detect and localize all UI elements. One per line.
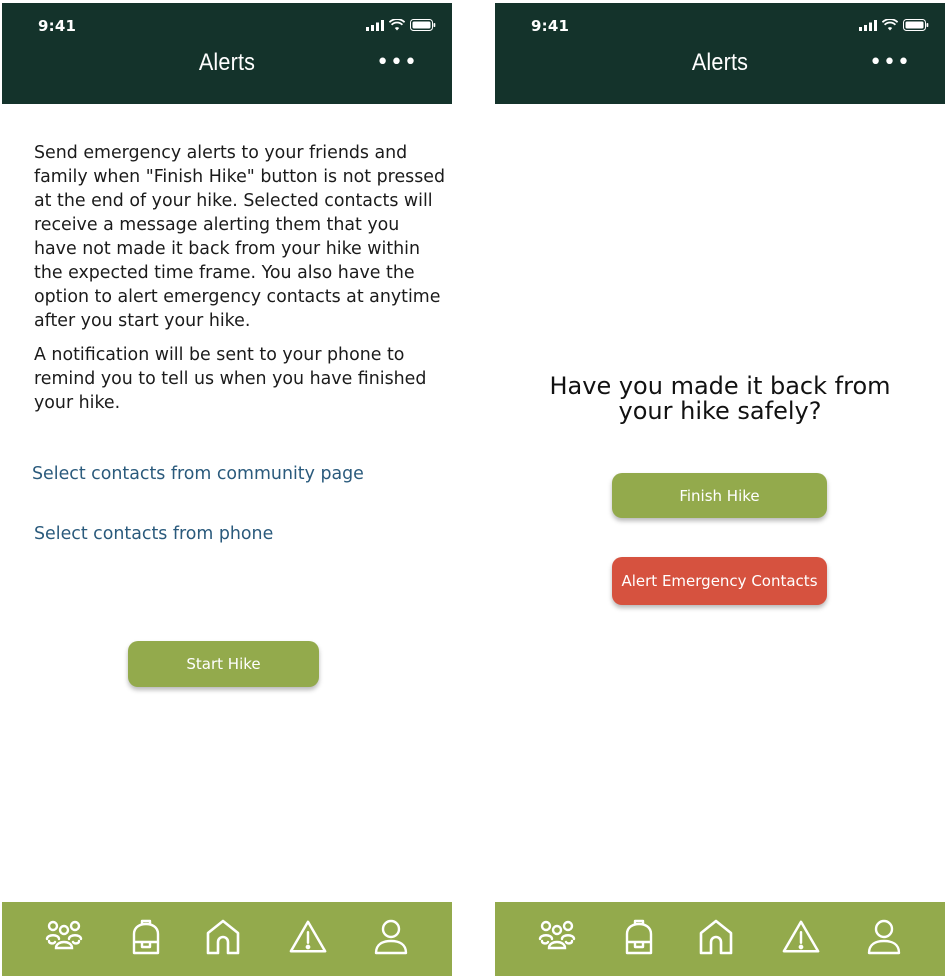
tab-profile[interactable] bbox=[371, 917, 411, 957]
battery-icon bbox=[903, 19, 929, 31]
signal-icon bbox=[859, 19, 877, 31]
start-hike-button[interactable]: Start Hike bbox=[128, 641, 319, 687]
bottom-tab-bar bbox=[2, 902, 452, 976]
question-line: your hike safely? bbox=[618, 397, 822, 425]
alert-emergency-contacts-button[interactable]: Alert Emergency Contacts bbox=[612, 557, 827, 605]
community-icon bbox=[538, 920, 576, 950]
app-header: 9:41 Alerts ••• bbox=[2, 3, 452, 104]
alerts-setup-screen: 9:41 Alerts ••• Send emergency alerts to… bbox=[2, 3, 452, 976]
alerts-description: Send emergency alerts to your friends an… bbox=[34, 141, 446, 415]
tab-backpack[interactable] bbox=[126, 917, 166, 957]
finish-hike-button[interactable]: Finish Hike bbox=[612, 473, 827, 518]
alert-icon bbox=[289, 920, 327, 953]
signal-icon bbox=[366, 19, 384, 31]
question-line: Have you made it back from bbox=[549, 372, 891, 400]
alerts-active-screen: 9:41 Alerts ••• Have you made it back fr… bbox=[495, 3, 945, 976]
bottom-tab-bar bbox=[495, 902, 945, 976]
home-icon bbox=[206, 919, 240, 955]
more-menu-button[interactable]: ••• bbox=[869, 52, 911, 74]
tab-alerts[interactable] bbox=[288, 917, 328, 957]
status-icons bbox=[366, 19, 436, 31]
intro-paragraph: Send emergency alerts to your friends an… bbox=[34, 143, 445, 331]
tab-home[interactable] bbox=[203, 917, 243, 957]
wifi-icon bbox=[389, 19, 405, 31]
tab-profile[interactable] bbox=[864, 917, 904, 957]
tab-home[interactable] bbox=[696, 917, 736, 957]
select-community-contacts-link[interactable]: Select contacts from community page bbox=[32, 464, 364, 484]
home-icon bbox=[699, 919, 733, 955]
safety-question: Have you made it back from your hike saf… bbox=[495, 374, 945, 424]
page-title: Alerts bbox=[691, 49, 749, 76]
battery-icon bbox=[410, 19, 436, 31]
wifi-icon bbox=[882, 19, 898, 31]
alert-icon bbox=[782, 920, 820, 953]
backpack-icon bbox=[625, 919, 653, 955]
tab-community[interactable] bbox=[537, 917, 577, 957]
page-title: Alerts bbox=[198, 49, 256, 76]
backpack-icon bbox=[132, 919, 160, 955]
intro-paragraph: A notification will be sent to your phon… bbox=[34, 345, 427, 413]
more-menu-button[interactable]: ••• bbox=[376, 52, 418, 74]
profile-icon bbox=[374, 919, 408, 955]
profile-icon bbox=[867, 919, 901, 955]
tab-community[interactable] bbox=[44, 917, 84, 957]
status-time: 9:41 bbox=[38, 17, 77, 35]
select-phone-contacts-link[interactable]: Select contacts from phone bbox=[34, 524, 273, 544]
status-time: 9:41 bbox=[531, 17, 570, 35]
app-header: 9:41 Alerts ••• bbox=[495, 3, 945, 104]
status-icons bbox=[859, 19, 929, 31]
tab-backpack[interactable] bbox=[619, 917, 659, 957]
community-icon bbox=[45, 920, 83, 950]
tab-alerts[interactable] bbox=[781, 917, 821, 957]
